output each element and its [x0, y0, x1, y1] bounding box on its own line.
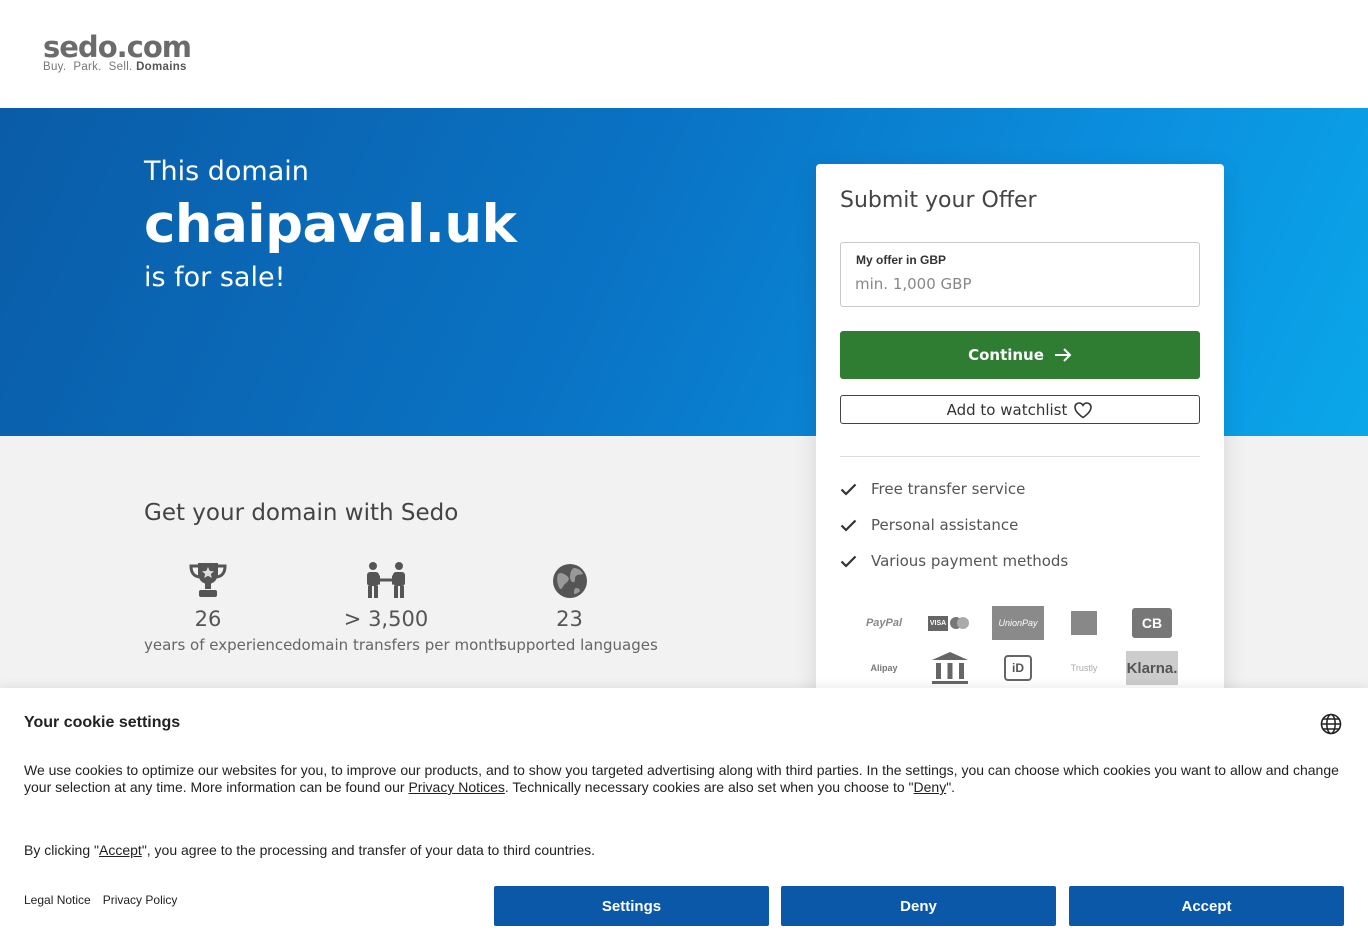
add-to-watchlist-button[interactable]: Add to watchlist — [840, 395, 1200, 424]
amex-icon — [1058, 606, 1110, 640]
offer-input[interactable] — [855, 275, 1185, 293]
transfer-icon — [367, 562, 405, 598]
language-globe-icon[interactable] — [1320, 713, 1342, 735]
watchlist-label: Add to watchlist — [946, 400, 1068, 419]
cookie-consent-note: By clicking "Accept", you agree to the p… — [24, 842, 595, 858]
check-icon — [840, 483, 857, 496]
feature-item: Personal assistance — [840, 516, 1018, 534]
stat-value: 26 — [194, 607, 222, 631]
ideal-icon: iD — [992, 651, 1044, 685]
cookie-text-part: . Technically necessary cookies are also… — [504, 779, 914, 795]
legal-notice-link[interactable]: Legal Notice — [24, 893, 91, 907]
cookie-settings-button[interactable]: Settings — [494, 886, 769, 926]
stat-experience: 26 years of experience — [144, 560, 293, 654]
hero-for-sale: is for sale! — [144, 262, 286, 293]
visa-mastercard-icon: VISA — [924, 606, 976, 640]
arrow-right-icon — [1054, 348, 1072, 362]
hero-intro: This domain — [144, 156, 309, 187]
sedo-logo[interactable]: sedo.com Buy. Park. Sell. Domains — [43, 30, 192, 73]
cookie-accept-button[interactable]: Accept — [1069, 886, 1344, 926]
feature-label: Personal assistance — [871, 516, 1019, 534]
trustly-icon: Trustly — [1070, 663, 1098, 673]
stats-title: Get your domain with Sedo — [144, 500, 459, 526]
site-header: sedo.com Buy. Park. Sell. Domains — [0, 0, 1368, 108]
offer-title: Submit your Offer — [840, 188, 1037, 213]
bank-transfer-icon — [924, 651, 976, 685]
card-divider — [840, 456, 1200, 457]
stat-label: years of experience — [144, 636, 293, 654]
privacy-notices-link[interactable]: Privacy Notices — [408, 779, 504, 795]
alipay-icon: Alipay — [870, 663, 898, 673]
feature-item: Various payment methods — [840, 552, 1068, 570]
cookie-text-part: ". — [946, 779, 956, 795]
check-icon — [840, 555, 857, 568]
cookie-deny-button[interactable]: Deny — [781, 886, 1056, 926]
continue-button[interactable]: Continue — [840, 331, 1200, 379]
offer-card: Submit your Offer My offer in GBP Contin… — [816, 164, 1224, 724]
cookie-title: Your cookie settings — [24, 714, 181, 731]
cookie-banner: Your cookie settings We use cookies to o… — [0, 688, 1368, 950]
cookie-description: We use cookies to optimize our websites … — [24, 762, 1344, 796]
cb-icon: CB — [1126, 606, 1178, 640]
stat-transfers: > 3,500 domain transfers per month — [292, 560, 504, 654]
cookie-text-part: ", you agree to the processing and trans… — [141, 842, 596, 858]
stat-label: supported languages — [499, 636, 658, 654]
stat-value: > 3,500 — [343, 607, 429, 631]
feature-label: Various payment methods — [871, 552, 1069, 570]
unionpay-icon: UnionPay — [992, 606, 1044, 640]
heart-icon — [1074, 401, 1093, 418]
deny-link[interactable]: Deny — [914, 779, 947, 795]
logo-tagline: Buy. Park. Sell. Domains — [43, 61, 191, 73]
logo-tagline-bold: Domains — [136, 61, 187, 73]
offer-field[interactable]: My offer in GBP — [840, 242, 1200, 307]
cookie-text-part: By clicking " — [24, 842, 99, 858]
check-icon — [840, 519, 857, 532]
cookie-footer-links: Legal Notice Privacy Policy — [24, 893, 177, 907]
stat-languages: 23 supported languages — [499, 560, 658, 654]
globe-icon — [552, 564, 587, 598]
accept-link[interactable]: Accept — [99, 842, 142, 858]
paypal-icon: PayPal — [865, 617, 903, 629]
stat-label: domain transfers per month — [292, 636, 504, 654]
offer-field-label: My offer in GBP — [856, 253, 947, 267]
feature-label: Free transfer service — [871, 480, 1026, 498]
logo-wordmark: sedo.com — [43, 30, 192, 64]
privacy-policy-link[interactable]: Privacy Policy — [103, 893, 178, 907]
trophy-icon — [189, 563, 227, 597]
klarna-icon: Klarna. — [1126, 651, 1178, 685]
stat-value: 23 — [556, 607, 583, 631]
continue-label: Continue — [968, 346, 1044, 364]
domain-name: chaipaval.uk — [144, 194, 517, 255]
logo-tagline-plain: Buy. Park. Sell. — [43, 61, 133, 73]
feature-item: Free transfer service — [840, 480, 1025, 498]
